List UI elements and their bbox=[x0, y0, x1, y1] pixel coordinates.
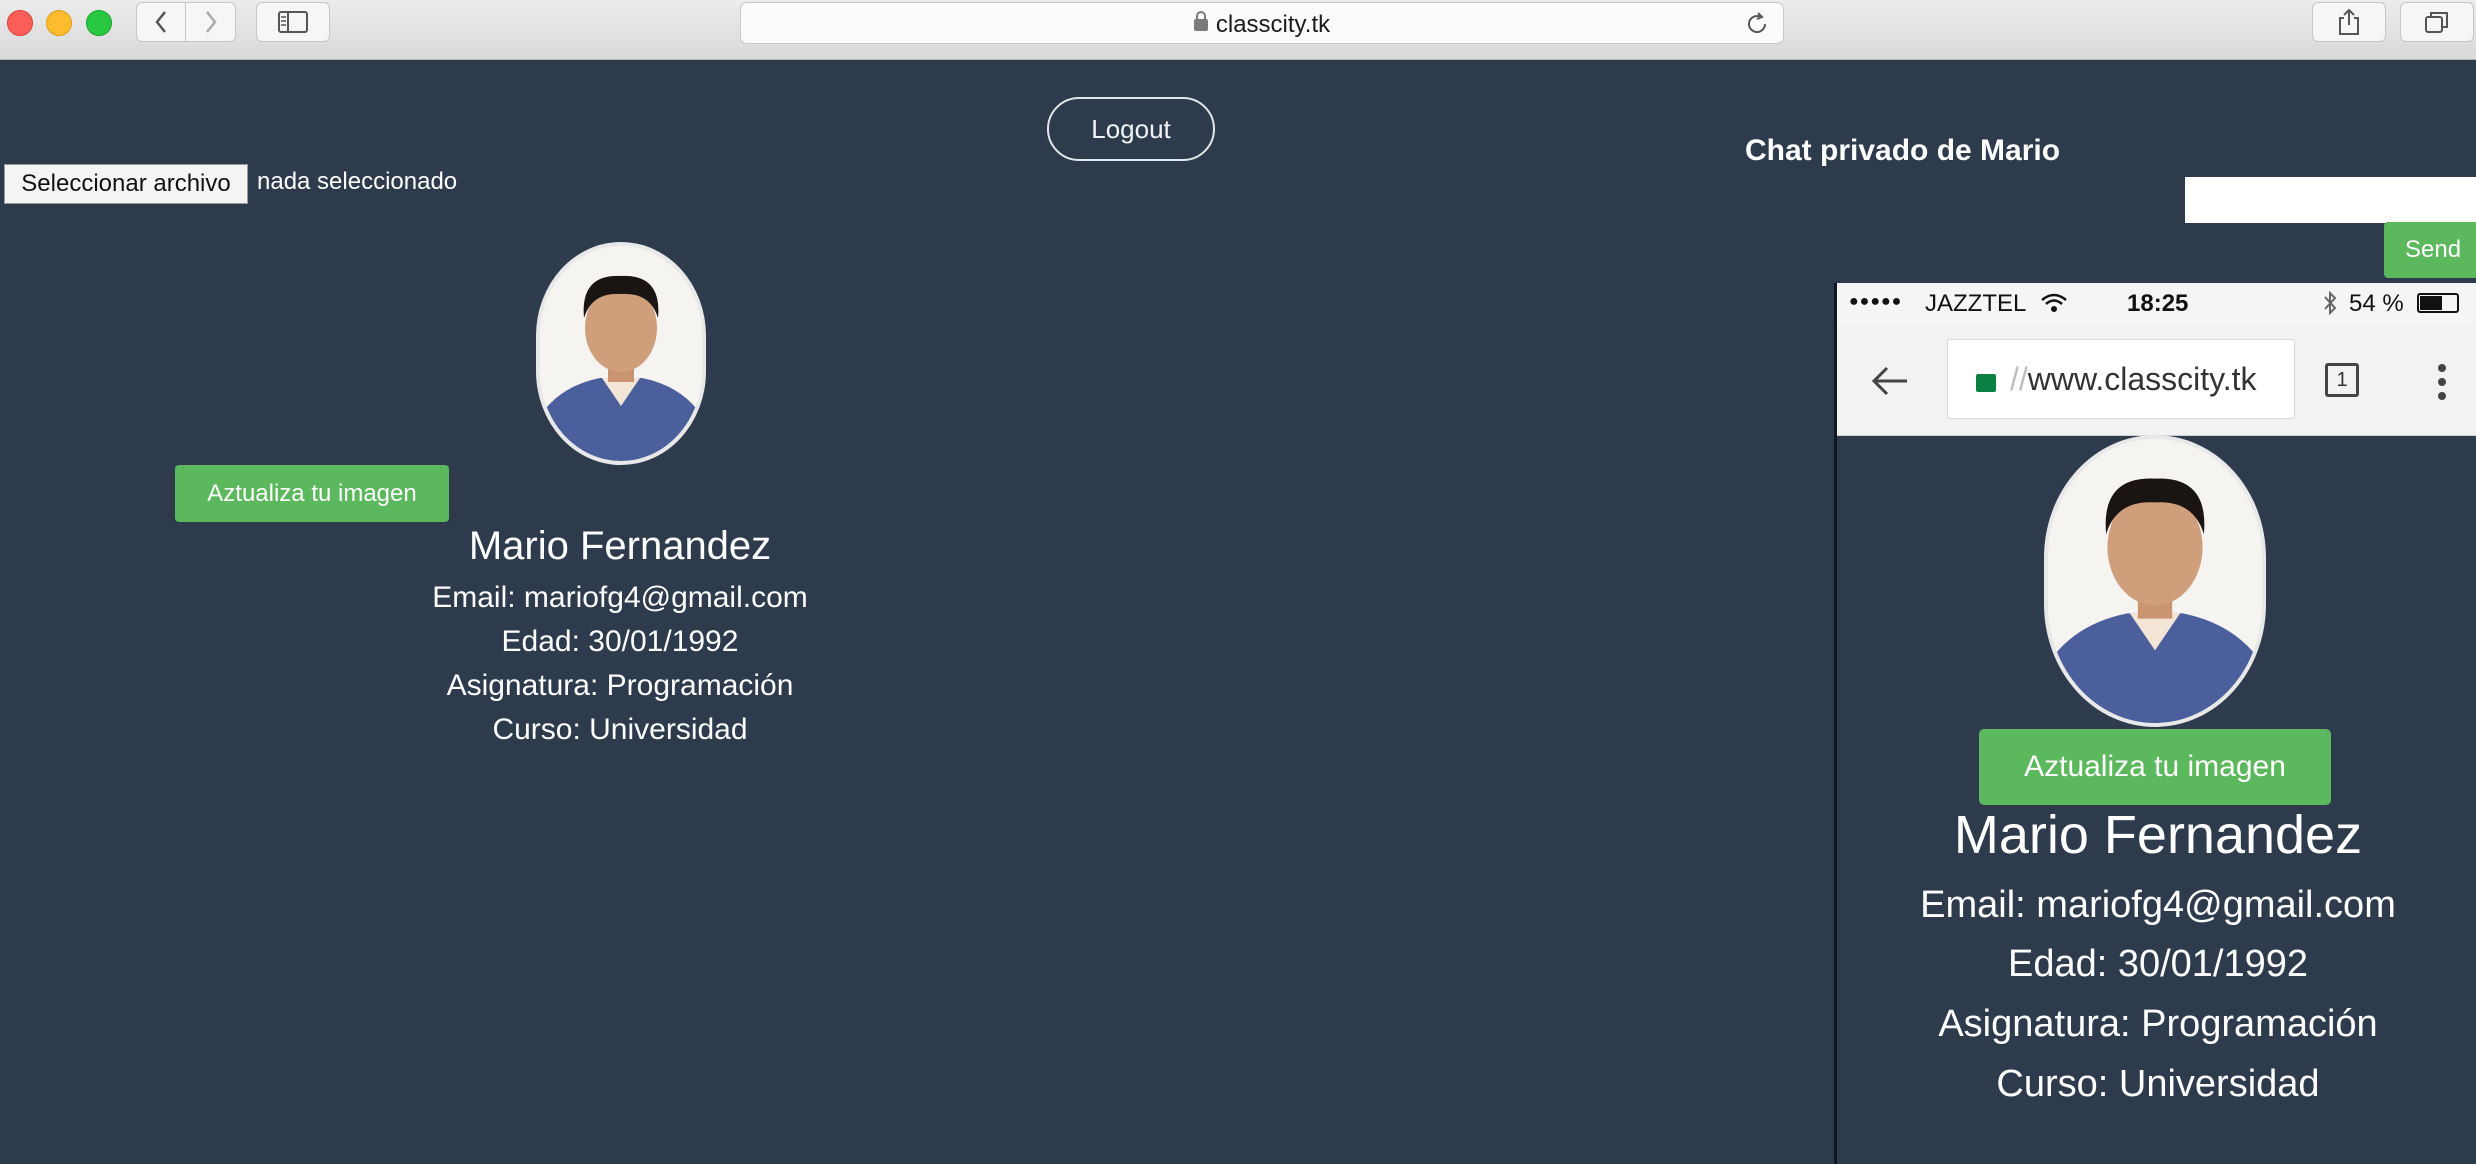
share-icon bbox=[2339, 8, 2359, 35]
mobile-screenshot: ●●●●● JAZZTEL 18:25 54 % //www.classcity… bbox=[1834, 283, 2476, 1164]
sidebar-toggle-button[interactable] bbox=[256, 2, 330, 42]
phone-profile-subject: Asignatura: Programación bbox=[1938, 1003, 2378, 1045]
address-bar[interactable]: classcity.tk bbox=[740, 2, 1784, 44]
minimize-window-button[interactable] bbox=[46, 10, 72, 36]
lock-icon bbox=[1193, 11, 1208, 31]
browser-toolbar: classcity.tk bbox=[0, 0, 2476, 60]
profile-photo bbox=[536, 242, 706, 465]
more-menu-icon[interactable] bbox=[2437, 363, 2447, 401]
bluetooth-icon bbox=[2324, 291, 2337, 315]
wifi-icon bbox=[2041, 293, 2067, 312]
profile-subject: Asignatura: Programación bbox=[446, 669, 794, 702]
profile-course: Curso: Universidad bbox=[492, 713, 748, 746]
profile-age: Edad: 30/01/1992 bbox=[501, 625, 739, 658]
forward-button[interactable] bbox=[186, 2, 236, 42]
chevron-right-icon bbox=[205, 11, 217, 33]
file-status-text: nada seleccionado bbox=[257, 168, 458, 195]
carrier-label: JAZZTEL bbox=[1925, 290, 2027, 317]
send-button[interactable]: Send bbox=[2384, 222, 2476, 278]
phone-status-bar: ●●●●● JAZZTEL 18:25 54 % bbox=[1837, 283, 2476, 325]
profile-email: Email: mariofg4@gmail.com bbox=[432, 581, 808, 614]
phone-profile-name: Mario Fernandez bbox=[1953, 805, 2363, 865]
address-url: classcity.tk bbox=[1215, 11, 1331, 38]
reload-icon[interactable] bbox=[1745, 12, 1769, 36]
signal-dots-icon: ●●●●● bbox=[1849, 293, 1903, 310]
update-image-button[interactable]: Aztualiza tu imagen bbox=[175, 465, 449, 522]
phone-profile-course: Curso: Universidad bbox=[1996, 1063, 2320, 1105]
logout-button[interactable]: Logout bbox=[1047, 97, 1215, 161]
phone-url-prefix: // bbox=[2010, 361, 2028, 397]
chat-title: Chat privado de Mario bbox=[1745, 134, 2061, 167]
portrait-image bbox=[540, 246, 702, 461]
sidebar-icon bbox=[278, 11, 308, 33]
phone-update-image-button[interactable]: Aztualiza tu imagen bbox=[1979, 729, 2331, 805]
share-button[interactable] bbox=[2312, 2, 2386, 42]
phone-profile-photo bbox=[2044, 435, 2266, 727]
secure-lock-icon bbox=[1976, 374, 1996, 392]
back-arrow-icon[interactable] bbox=[1871, 365, 1909, 397]
phone-profile-email: Email: mariofg4@gmail.com bbox=[1920, 884, 2396, 926]
phone-url: www.classcity.tk bbox=[2027, 361, 2257, 397]
phone-address-bar[interactable]: //www.classcity.tk bbox=[1947, 339, 2295, 419]
phone-profile-age: Edad: 30/01/1992 bbox=[2007, 943, 2309, 985]
back-button[interactable] bbox=[136, 2, 186, 42]
phone-portrait-image bbox=[2048, 439, 2262, 723]
battery-percent: 54 % bbox=[2349, 290, 2404, 317]
phone-time: 18:25 bbox=[2127, 290, 2189, 317]
battery-icon bbox=[2417, 293, 2459, 313]
phone-browser-toolbar: //www.classcity.tk 1 bbox=[1837, 325, 2476, 436]
tabs-overview-button[interactable] bbox=[2400, 2, 2474, 42]
chat-message-input[interactable] bbox=[2185, 177, 2476, 223]
phone-tab-count[interactable]: 1 bbox=[2325, 363, 2359, 397]
phone-tab-count-label: 1 bbox=[2336, 369, 2348, 391]
zoom-window-button[interactable] bbox=[86, 10, 112, 36]
profile-name: Mario Fernandez bbox=[468, 524, 772, 568]
choose-file-button[interactable]: Seleccionar archivo bbox=[4, 164, 248, 204]
tabs-icon bbox=[2425, 12, 2448, 33]
close-window-button[interactable] bbox=[7, 10, 33, 36]
chevron-left-icon bbox=[155, 11, 166, 33]
